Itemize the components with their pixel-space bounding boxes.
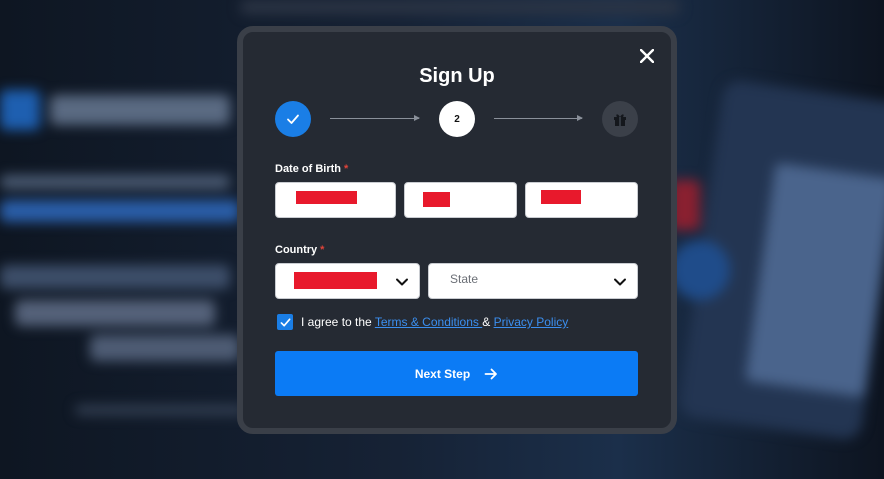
gift-icon [614,114,626,126]
state-select[interactable]: State [428,263,638,299]
dob-label-text: Date of Birth [275,163,341,175]
privacy-link[interactable]: Privacy Policy [494,315,569,329]
signup-modal: Sign Up 2 Date of Birth * Country * Stat… [237,26,677,434]
bg-text-line [90,335,240,361]
required-marker: * [344,163,349,175]
dob-year-field[interactable] [525,182,638,218]
step-connector-arrow [494,115,583,121]
terms-agreement-row: I agree to the Terms & Conditions & Priv… [277,314,568,330]
bg-text-line [15,300,215,326]
next-step-label: Next Step [414,366,471,381]
bg-play-button [670,240,730,300]
check-icon [280,317,290,327]
bg-text-line [0,175,230,189]
bg-text-line [0,200,240,222]
close-icon [640,49,654,63]
step-1-completed [275,101,311,137]
step-connector-arrow [330,115,420,121]
next-step-button[interactable]: Next Step [275,351,638,396]
bg-logo-text [50,95,230,125]
redacted-value [541,190,581,204]
close-button[interactable] [637,46,657,66]
terms-checkbox[interactable] [277,314,293,330]
bg-text-line [0,265,230,289]
bg-logo-mark [0,90,40,130]
country-label: Country * [275,244,324,256]
bg-top-bar [240,0,680,14]
arrow-right-icon [484,367,498,381]
country-label-text: Country [275,244,318,256]
redacted-value [294,272,377,289]
bg-text-line [75,405,245,415]
dob-month-field[interactable] [404,182,517,218]
required-marker: * [320,244,325,256]
chevron-down-icon [396,278,408,286]
agreement-prefix: I agree to the [301,315,375,329]
chevron-down-icon [614,278,626,286]
step-number: 2 [454,113,460,125]
country-select[interactable] [275,263,420,299]
step-3-upcoming [602,101,638,137]
redacted-value [296,191,357,204]
redacted-value [423,192,450,207]
dob-day-field[interactable] [275,182,396,218]
dob-label: Date of Birth * [275,163,348,175]
state-placeholder: State [450,272,479,286]
step-2-current: 2 [439,101,475,137]
agreement-joiner: & [482,315,494,329]
terms-link[interactable]: Terms & Conditions [375,315,482,329]
terms-agreement-text: I agree to the Terms & Conditions & Priv… [301,315,568,329]
check-icon [287,114,299,124]
modal-title: Sign Up [419,65,495,87]
